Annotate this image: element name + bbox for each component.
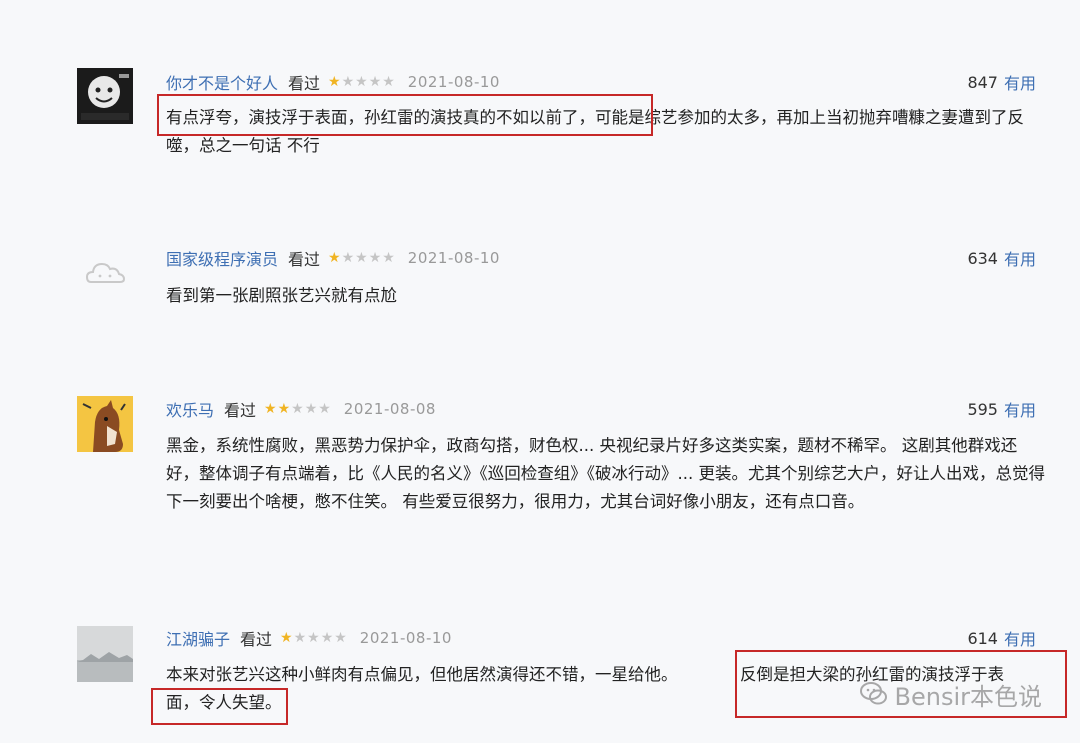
review-content: 黑金，系统性腐败，黑恶势力保护伞，政商勾搭，财色权... 央视纪录片好多这类实案… <box>166 432 1046 516</box>
review-date: 2021-08-10 <box>359 629 452 647</box>
watermark-text: Bensir本色说 <box>894 682 1042 711</box>
watermark: Bensir本色说 <box>859 678 1042 711</box>
highlight-box <box>151 688 288 725</box>
useful-vote[interactable]: 595 有用 <box>967 397 1036 421</box>
avatar[interactable] <box>77 68 133 124</box>
useful-count: 634 <box>967 248 998 268</box>
review-date: 2021-08-10 <box>407 249 500 267</box>
useful-button[interactable]: 有用 <box>1004 626 1036 650</box>
review-content: 本来对张艺兴这种小鲜肉有点偏见，但他居然演得还不错，一星给他。 <box>166 661 756 689</box>
useful-count: 847 <box>967 72 998 92</box>
review-text: 本来对张艺兴这种小鲜肉有点偏见，但他居然演得还不错，一星给他。 <box>166 665 678 684</box>
useful-vote[interactable]: 614 有用 <box>967 626 1036 650</box>
watch-status: 看过 <box>240 630 273 649</box>
review-meta: 你才不是个好人 看过 ★★★★★ 2021-08-10 <box>166 70 500 94</box>
review-text: 看到第一张剧照张艺兴就有点尬 <box>166 286 397 305</box>
useful-vote[interactable]: 634 有用 <box>967 246 1036 270</box>
review-text: 黑金，系统性腐败，黑恶势力保护伞，政商勾搭，财色权... 央视纪录片好多这类实案… <box>166 436 1045 511</box>
username-link[interactable]: 你才不是个好人 <box>166 70 278 94</box>
avatar[interactable] <box>77 396 133 452</box>
rating-stars: ★★★★★ <box>280 630 348 646</box>
review-date: 2021-08-10 <box>407 73 500 91</box>
username-link[interactable]: 国家级程序演员 <box>166 246 278 270</box>
username-link[interactable]: 欢乐马 <box>166 397 214 421</box>
useful-count: 614 <box>967 628 998 648</box>
review-meta: 欢乐马 看过 ★★★★★ 2021-08-08 <box>166 397 436 421</box>
wechat-icon <box>859 682 887 705</box>
rating-stars: ★★★★★ <box>264 401 332 417</box>
useful-button[interactable]: 有用 <box>1004 70 1036 94</box>
default-avatar-icon <box>77 246 133 302</box>
review-meta: 江湖骗子 看过 ★★★★★ 2021-08-10 <box>166 626 452 650</box>
review-content: 看到第一张剧照张艺兴就有点尬 <box>166 282 1046 310</box>
watch-status: 看过 <box>288 250 321 269</box>
highlight-box <box>157 94 653 136</box>
rating-stars: ★★★★★ <box>328 250 396 266</box>
useful-vote[interactable]: 847 有用 <box>967 70 1036 94</box>
watch-status: 看过 <box>224 401 257 420</box>
avatar[interactable] <box>77 246 133 302</box>
username-link[interactable]: 江湖骗子 <box>166 626 230 650</box>
watch-status: 看过 <box>288 74 321 93</box>
useful-button[interactable]: 有用 <box>1004 246 1036 270</box>
review-date: 2021-08-08 <box>343 400 436 418</box>
useful-button[interactable]: 有用 <box>1004 397 1036 421</box>
rating-stars: ★★★★★ <box>328 74 396 90</box>
avatar[interactable] <box>77 626 133 682</box>
useful-count: 595 <box>967 399 998 419</box>
review-meta: 国家级程序演员 看过 ★★★★★ 2021-08-10 <box>166 246 500 270</box>
